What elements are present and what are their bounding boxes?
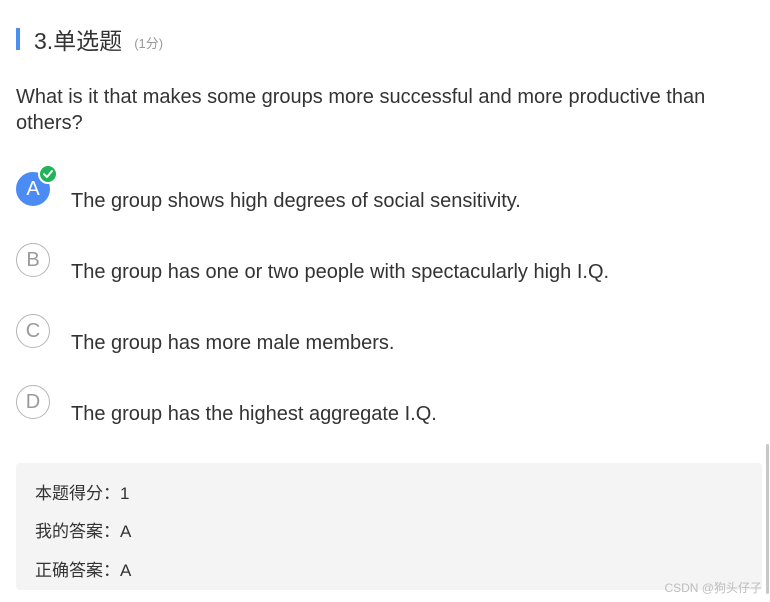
accent-bar [16,28,20,50]
option-d-radio[interactable]: D [16,385,50,419]
option-b-letter: B [26,248,40,271]
option-b[interactable]: B The group has one or two people with s… [16,243,756,287]
option-d-text: The group has the highest aggregate I.Q. [71,403,437,425]
check-mark-icon [43,170,53,178]
score-line: 本题得分：1 [35,484,130,503]
option-a-letter: A [26,177,40,200]
option-d[interactable]: D The group has the highest aggregate I.… [16,385,756,429]
scrollbar[interactable] [766,444,769,594]
option-c-letter: C [25,319,41,342]
question-text: What is it that makes some groups more s… [16,86,706,134]
correct-answer-line: 正确答案：A [35,561,132,580]
option-c[interactable]: C The group has more male members. [16,314,756,358]
option-a[interactable]: A The group shows high degrees of social… [16,164,756,216]
question-score: (1分) [134,35,164,51]
option-c-text: The group has more male members. [71,332,395,354]
question-title: 3.单选题 [34,28,123,54]
watermark: CSDN @狗头仔子 [664,581,762,595]
option-b-text: The group has one or two people with spe… [71,261,610,283]
question-header: 3.单选题 (1分) [16,24,163,54]
my-answer-line: 我的答案：A [35,522,132,541]
option-c-radio[interactable]: C [16,314,50,348]
option-d-letter: D [25,390,41,413]
check-circle-icon [38,164,58,184]
result-panel: 本题得分：1 我的答案：A 正确答案：A [16,463,762,590]
option-a-text: The group shows high degrees of social s… [71,190,521,212]
option-b-radio[interactable]: B [16,243,50,277]
